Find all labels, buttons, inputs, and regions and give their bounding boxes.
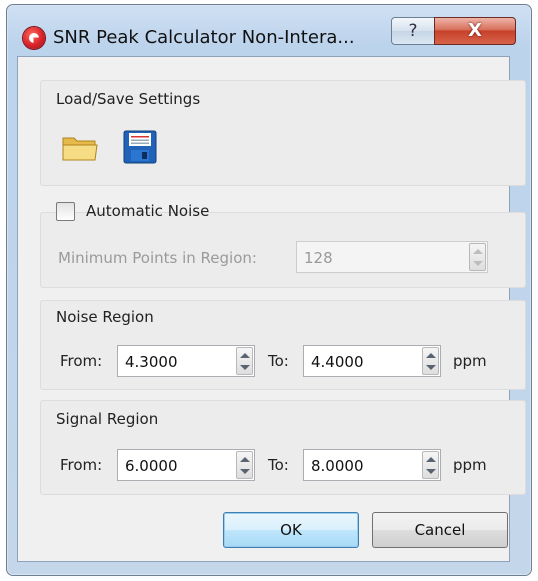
noise-to-spinbox[interactable]: 4.4000 [303,345,441,377]
signal-from-value[interactable]: 6.0000 [125,457,178,475]
close-button[interactable]: X [434,17,516,45]
title-bar[interactable]: SNR Peak Calculator Non-Intera... ? X [7,5,531,61]
noise-to-spin-buttons[interactable] [422,347,439,375]
noise-to-label: To: [268,352,289,370]
signal-region-title: Signal Region [56,410,159,428]
window-title: SNR Peak Calculator Non-Intera... [53,27,355,48]
automatic-noise-checkbox[interactable] [56,202,75,221]
spin-down-arrow-icon[interactable] [240,469,250,474]
spin-up-arrow-icon[interactable] [240,457,250,462]
noise-unit-label: ppm [453,352,487,370]
signal-from-spinbox[interactable]: 6.0000 [117,449,255,481]
spin-up-arrow-icon [473,249,483,254]
noise-from-label: From: [60,352,103,370]
noise-to-value[interactable]: 4.4000 [311,353,364,371]
signal-to-value[interactable]: 8.0000 [311,457,364,475]
automatic-noise-label[interactable]: Automatic Noise [86,202,209,220]
noise-from-value[interactable]: 4.3000 [125,353,178,371]
min-points-label: Minimum Points in Region: [58,249,257,267]
spin-down-arrow-icon [473,261,483,266]
signal-unit-label: ppm [453,456,487,474]
folder-open-icon[interactable] [62,134,98,162]
load-save-group-title: Load/Save Settings [56,90,201,108]
min-points-value: 128 [304,249,333,267]
noise-from-spin-buttons[interactable] [236,347,253,375]
app-logo-icon [23,27,45,49]
signal-to-spin-buttons[interactable] [422,451,439,479]
ok-button[interactable]: OK [223,512,359,548]
floppy-disk-icon[interactable] [123,130,157,164]
cancel-button[interactable]: Cancel [372,512,508,548]
help-button[interactable]: ? [391,17,435,45]
min-points-spinbox: 128 [296,241,488,273]
spin-down-arrow-icon[interactable] [240,365,250,370]
signal-from-spin-buttons[interactable] [236,451,253,479]
min-points-spin-buttons [469,243,486,271]
signal-from-label: From: [60,456,103,474]
noise-region-title: Noise Region [56,308,154,326]
signal-to-spinbox[interactable]: 8.0000 [303,449,441,481]
spin-up-arrow-icon[interactable] [240,353,250,358]
noise-from-spinbox[interactable]: 4.3000 [117,345,255,377]
spin-up-arrow-icon[interactable] [426,457,436,462]
signal-to-label: To: [268,456,289,474]
spin-up-arrow-icon[interactable] [426,353,436,358]
spin-down-arrow-icon[interactable] [426,365,436,370]
spin-down-arrow-icon[interactable] [426,469,436,474]
